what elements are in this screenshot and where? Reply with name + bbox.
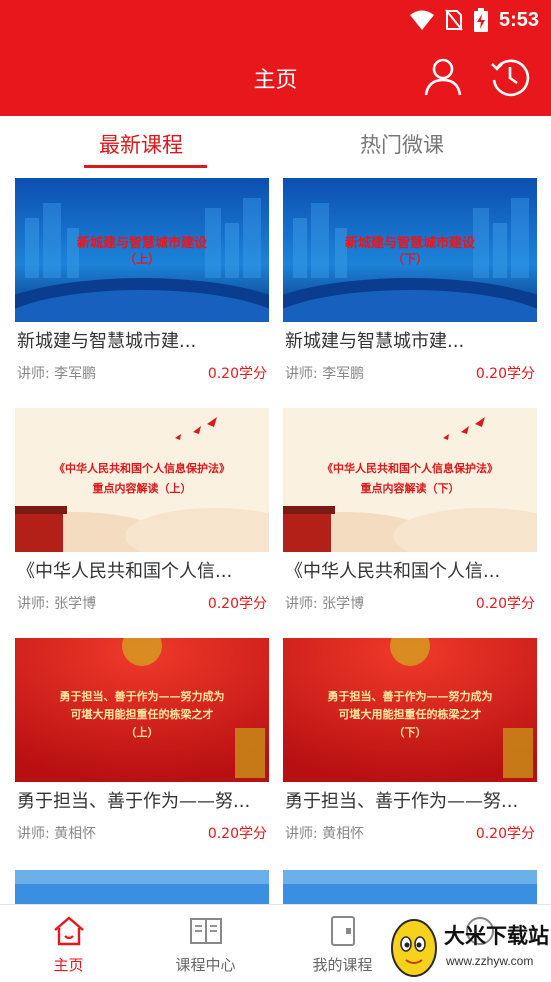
course-credit: 0.20学分	[475, 596, 535, 612]
battery-charging-icon	[473, 8, 488, 32]
course-thumbnail: 新城建与智慧城市建设 （下）	[283, 178, 537, 322]
course-teacher: 讲师: 张学博	[17, 596, 97, 612]
nav-home[interactable]: 主页	[0, 905, 137, 982]
course-thumbnail: 勇于担当、善于作为——努力成为 可堪大用能担重任的栋梁之才 （下）	[283, 638, 537, 782]
wifi-icon	[409, 10, 434, 30]
course-thumbnail	[15, 870, 269, 904]
course-title: 勇于担当、善于作为——努...	[17, 791, 251, 812]
course-title: 新城建与智慧城市建...	[285, 331, 465, 352]
course-tabs: 最新课程 热门微课	[0, 116, 551, 174]
course-thumbnail: 《中华人民共和国个人信息保护法》 重点内容解读（下）	[283, 408, 537, 552]
thumbnail-subtitle: 可堪大用能担重任的栋梁之才	[338, 708, 482, 721]
active-tab-indicator	[84, 165, 207, 168]
course-teacher: 讲师: 李军鹏	[285, 366, 365, 382]
thumbnail-title: 勇于担当、善于作为——努力成为	[327, 690, 493, 703]
user-icon[interactable]	[422, 56, 464, 98]
course-teacher: 讲师: 黄相怀	[285, 826, 365, 842]
course-card[interactable]	[15, 870, 269, 904]
history-clock-icon[interactable]	[489, 56, 531, 98]
tab-latest-courses[interactable]: 最新课程	[99, 129, 183, 159]
course-title: 《中华人民共和国个人信...	[17, 561, 233, 582]
app-bar: 主页	[0, 40, 551, 116]
course-card[interactable]	[283, 870, 537, 904]
course-teacher: 讲师: 李军鹏	[17, 366, 97, 382]
book-icon	[189, 918, 222, 944]
thumbnail-part: （下）	[393, 726, 427, 739]
notebook-icon	[330, 916, 355, 946]
thumbnail-title: 《中华人民共和国个人信息保护法》	[322, 462, 498, 475]
course-grid: 新城建与智慧城市建设 （上） 新城建与智慧城市建... 讲师: 李军鹏 0.20…	[0, 174, 551, 904]
tab-popular-micro-courses[interactable]: 热门微课	[360, 129, 444, 159]
course-thumbnail	[283, 870, 537, 904]
no-sim-icon	[445, 9, 463, 31]
watermark-logo: 大米下载站 www.zzhyw.com	[386, 910, 551, 981]
course-teacher: 讲师: 张学博	[285, 596, 365, 612]
course-credit: 0.20学分	[207, 596, 267, 612]
thumbnail-subtitle: 重点内容解读（下）	[360, 482, 460, 495]
watermark-url: www.zzhyw.com	[446, 954, 534, 968]
course-thumbnail: 《中华人民共和国个人信息保护法》 重点内容解读（上）	[15, 408, 269, 552]
status-time: 5:53	[498, 8, 539, 31]
course-teacher: 讲师: 黄相怀	[17, 826, 97, 842]
course-title: 勇于担当、善于作为——努...	[285, 791, 519, 812]
course-title: 《中华人民共和国个人信...	[285, 561, 501, 582]
nav-label: 课程中心	[175, 956, 236, 974]
nav-course-center[interactable]: 课程中心	[137, 905, 274, 982]
course-thumbnail: 勇于担当、善于作为——努力成为 可堪大用能担重任的栋梁之才 （上）	[15, 638, 269, 782]
thumbnail-title: 勇于担当、善于作为——努力成为	[59, 690, 225, 703]
course-thumbnail: 新城建与智慧城市建设 （上）	[15, 178, 269, 322]
thumbnail-title: 新城建与智慧城市建设	[344, 236, 475, 251]
page-title: 主页	[253, 68, 298, 93]
status-bar: 5:53	[0, 0, 551, 40]
thumbnail-subtitle: （下）	[391, 252, 428, 266]
thumbnail-subtitle: （上）	[123, 252, 160, 266]
course-credit: 0.20学分	[475, 366, 535, 382]
nav-label: 主页	[53, 956, 84, 974]
home-icon	[53, 916, 84, 946]
thumbnail-title: 新城建与智慧城市建设	[76, 236, 207, 251]
mascot-egg-icon	[391, 919, 437, 977]
course-credit: 0.20学分	[207, 826, 267, 842]
thumbnail-subtitle: 可堪大用能担重任的栋梁之才	[70, 708, 214, 721]
thumbnail-part: （上）	[125, 726, 159, 739]
thumbnail-subtitle: 重点内容解读（上）	[92, 482, 192, 495]
course-title: 新城建与智慧城市建...	[17, 331, 197, 352]
watermark-name: 大米下载站	[444, 924, 549, 948]
thumbnail-title: 《中华人民共和国个人信息保护法》	[54, 462, 230, 475]
course-credit: 0.20学分	[207, 366, 267, 382]
course-credit: 0.20学分	[475, 826, 535, 842]
